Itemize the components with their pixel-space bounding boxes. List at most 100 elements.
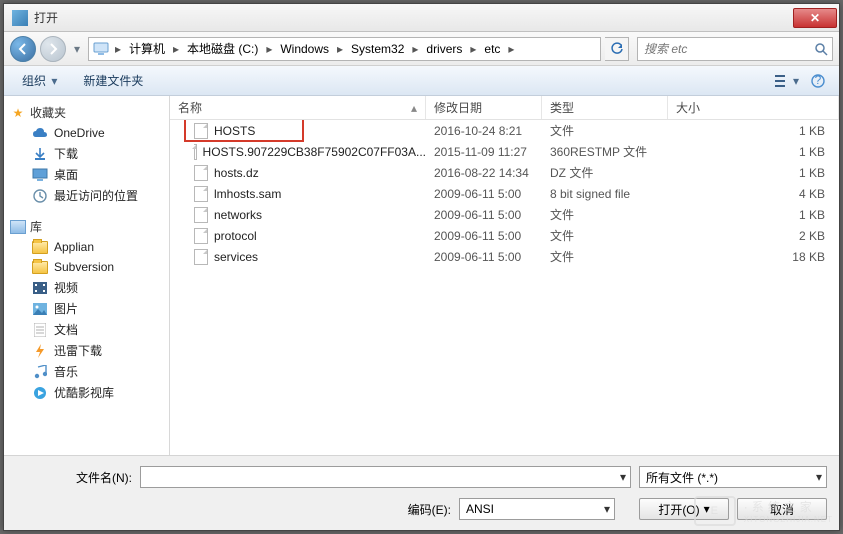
file-name: HOSTS bbox=[214, 124, 255, 138]
file-type: 文件 bbox=[542, 122, 668, 139]
file-date: 2009-06-11 5:00 bbox=[426, 208, 542, 222]
file-size: 1 KB bbox=[668, 208, 839, 222]
filename-combo[interactable]: ▾ bbox=[140, 466, 631, 488]
sidebar-item[interactable]: 文档 bbox=[4, 319, 169, 340]
file-date: 2009-06-11 5:00 bbox=[426, 187, 542, 201]
sidebar-item[interactable]: 视频 bbox=[4, 277, 169, 298]
column-name[interactable]: 名称▴ bbox=[170, 96, 426, 119]
file-row[interactable]: services2009-06-11 5:00文件18 KB bbox=[170, 246, 839, 267]
recent-icon bbox=[32, 188, 48, 204]
chevron-right-icon[interactable]: ▸ bbox=[468, 38, 478, 60]
sidebar-item[interactable]: 迅雷下载 bbox=[4, 340, 169, 361]
history-dropdown-icon[interactable]: ▾ bbox=[70, 36, 84, 62]
breadcrumb-item[interactable]: etc bbox=[478, 38, 506, 60]
favorites-title[interactable]: ★ 收藏夹 bbox=[4, 102, 169, 123]
app-icon bbox=[12, 10, 28, 26]
breadcrumb-item[interactable]: 本地磁盘 (C:) bbox=[181, 38, 264, 60]
filetype-filter[interactable]: 所有文件 (*.*) ▾ bbox=[639, 466, 827, 488]
column-type[interactable]: 类型 bbox=[542, 96, 668, 119]
video-icon bbox=[32, 280, 48, 296]
file-date: 2016-08-22 14:34 bbox=[426, 166, 542, 180]
chevron-down-icon: ▾ bbox=[49, 74, 59, 88]
file-row[interactable]: lmhosts.sam2009-06-11 5:008 bit signed f… bbox=[170, 183, 839, 204]
chevron-down-icon: ▾ bbox=[604, 502, 610, 516]
chevron-down-icon: ▾ bbox=[704, 502, 710, 516]
chevron-right-icon[interactable]: ▸ bbox=[335, 38, 345, 60]
sidebar-item[interactable]: Subversion bbox=[4, 257, 169, 277]
breadcrumb-item[interactable]: drivers bbox=[420, 38, 468, 60]
toolbar: 组织 ▾ 新建文件夹 ▾ ? bbox=[4, 66, 839, 96]
sidebar-item-label: 视频 bbox=[54, 279, 78, 296]
file-size: 1 KB bbox=[668, 166, 839, 180]
organize-button[interactable]: 组织 ▾ bbox=[12, 69, 69, 92]
chevron-right-icon[interactable]: ▸ bbox=[506, 38, 516, 60]
search-input[interactable] bbox=[638, 42, 810, 56]
file-type: 文件 bbox=[542, 248, 668, 265]
chevron-right-icon[interactable]: ▸ bbox=[410, 38, 420, 60]
chevron-right-icon[interactable]: ▸ bbox=[113, 38, 123, 60]
sidebar-item-label: 图片 bbox=[54, 300, 78, 317]
file-icon bbox=[194, 228, 208, 244]
file-icon bbox=[194, 249, 208, 265]
chevron-right-icon[interactable]: ▸ bbox=[171, 38, 181, 60]
file-name: services bbox=[214, 250, 258, 264]
sort-asc-icon: ▴ bbox=[411, 101, 417, 115]
sidebar-item[interactable]: 下载 bbox=[4, 143, 169, 164]
file-type: 文件 bbox=[542, 206, 668, 223]
window-title: 打开 bbox=[34, 9, 793, 26]
sidebar-item[interactable]: Applian bbox=[4, 237, 169, 257]
file-row[interactable]: networks2009-06-11 5:00文件1 KB bbox=[170, 204, 839, 225]
chevron-right-icon[interactable]: ▸ bbox=[264, 38, 274, 60]
close-button[interactable]: ✕ bbox=[793, 8, 837, 28]
column-headers: 名称▴ 修改日期 类型 大小 bbox=[170, 96, 839, 120]
file-type: DZ 文件 bbox=[542, 164, 668, 181]
forward-button[interactable] bbox=[40, 36, 66, 62]
sidebar-item[interactable]: 图片 bbox=[4, 298, 169, 319]
sidebar-item[interactable]: 桌面 bbox=[4, 164, 169, 185]
file-row[interactable]: protocol2009-06-11 5:00文件2 KB bbox=[170, 225, 839, 246]
refresh-button[interactable] bbox=[605, 37, 629, 61]
bottom-panel: 文件名(N): ▾ 所有文件 (*.*) ▾ 编码(E): ANSI ▾ 打开(… bbox=[4, 455, 839, 530]
breadcrumb-item[interactable]: 计算机 bbox=[123, 38, 171, 60]
help-button[interactable]: ? bbox=[805, 70, 831, 92]
navigation-bar: ▾ ▸ 计算机▸本地磁盘 (C:)▸Windows▸System32▸drive… bbox=[4, 32, 839, 66]
sidebar-item[interactable]: OneDrive bbox=[4, 123, 169, 143]
file-size: 1 KB bbox=[668, 145, 839, 159]
open-button[interactable]: 打开(O)▾ bbox=[639, 498, 729, 520]
music-icon bbox=[32, 364, 48, 380]
folder-icon bbox=[32, 239, 48, 255]
breadcrumb[interactable]: ▸ 计算机▸本地磁盘 (C:)▸Windows▸System32▸drivers… bbox=[88, 37, 601, 61]
sidebar-item[interactable]: 音乐 bbox=[4, 361, 169, 382]
file-type: 360RESTMP 文件 bbox=[542, 143, 668, 160]
sidebar-item[interactable]: 优酷影视库 bbox=[4, 382, 169, 403]
sidebar-item[interactable]: 最近访问的位置 bbox=[4, 185, 169, 206]
file-row[interactable]: hosts.dz2016-08-22 14:34DZ 文件1 KB bbox=[170, 162, 839, 183]
file-icon bbox=[194, 186, 208, 202]
file-icon bbox=[194, 165, 208, 181]
search-box[interactable] bbox=[637, 37, 833, 61]
file-row[interactable]: HOSTS.907229CB38F75902C07FF03A...2015-11… bbox=[170, 141, 839, 162]
file-list[interactable]: HOSTS2016-10-24 8:21文件1 KBHOSTS.907229CB… bbox=[170, 120, 839, 455]
back-button[interactable] bbox=[10, 36, 36, 62]
sidebar-item-label: Subversion bbox=[54, 260, 114, 274]
folder-icon bbox=[32, 259, 48, 275]
view-options-button[interactable]: ▾ bbox=[775, 70, 801, 92]
new-folder-button[interactable]: 新建文件夹 bbox=[73, 69, 153, 92]
file-date: 2009-06-11 5:00 bbox=[426, 229, 542, 243]
titlebar: 打开 ✕ bbox=[4, 4, 839, 32]
cancel-button[interactable]: 取消 bbox=[737, 498, 827, 520]
encoding-select[interactable]: ANSI ▾ bbox=[459, 498, 615, 520]
file-row[interactable]: HOSTS2016-10-24 8:21文件1 KB bbox=[170, 120, 839, 141]
libraries-title[interactable]: 库 bbox=[4, 216, 169, 237]
column-date[interactable]: 修改日期 bbox=[426, 96, 542, 119]
search-icon bbox=[810, 42, 832, 56]
file-pane: 名称▴ 修改日期 类型 大小 HOSTS2016-10-24 8:21文件1 K… bbox=[170, 96, 839, 455]
file-open-dialog: 打开 ✕ ▾ ▸ 计算机▸本地磁盘 (C:)▸Windows▸System32▸… bbox=[3, 3, 840, 531]
star-icon: ★ bbox=[10, 105, 26, 121]
column-size[interactable]: 大小 bbox=[668, 96, 839, 119]
computer-icon bbox=[91, 39, 111, 59]
chevron-down-icon: ▾ bbox=[791, 74, 801, 88]
breadcrumb-item[interactable]: Windows bbox=[274, 38, 335, 60]
sidebar-item-label: 桌面 bbox=[54, 166, 78, 183]
breadcrumb-item[interactable]: System32 bbox=[345, 38, 410, 60]
